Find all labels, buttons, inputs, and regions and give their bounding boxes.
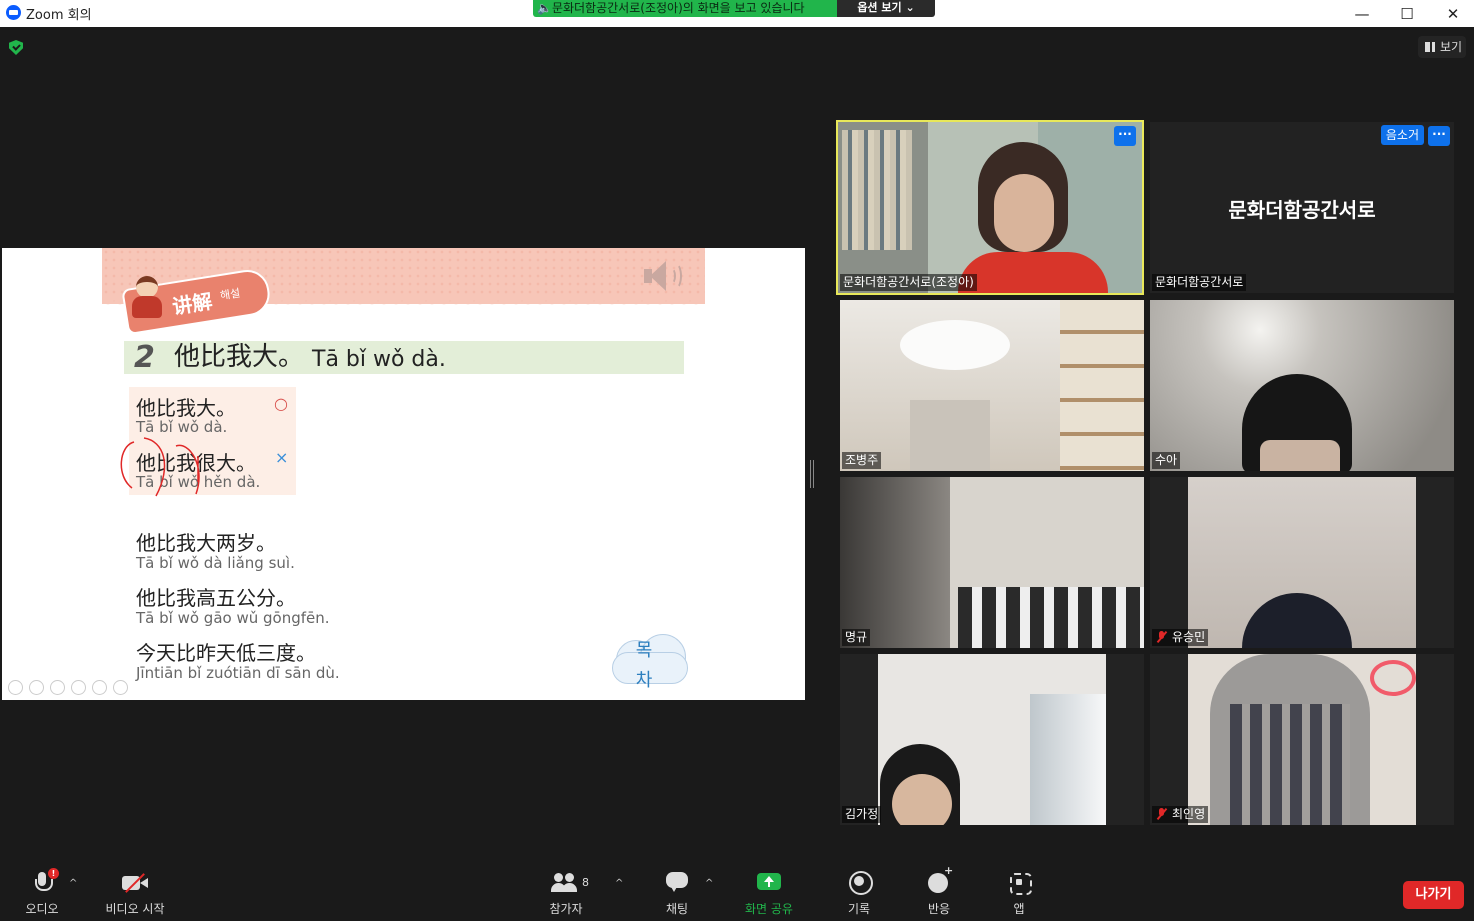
chat-options-caret[interactable]: ^ [705,878,713,889]
maximize-button[interactable]: ☐ [1384,0,1430,27]
more-options-button[interactable]: ··· [1428,126,1450,146]
chat-label: 채팅 [665,902,689,916]
zoom-icon[interactable] [92,680,107,695]
participant-name: 명규 [842,629,871,646]
next-slide-icon[interactable] [29,680,44,695]
example-hanzi: 他比我大。 [136,396,236,420]
chat-button[interactable]: 채팅 [660,870,694,917]
share-screen-button[interactable]: 화면 공유 [740,870,798,917]
video-tile[interactable]: 조병주 [840,300,1144,471]
sentence-hanzi: 他比我大。 [174,342,305,372]
video-tile[interactable]: ··· 문화더함공간서로(조정아) [836,120,1144,295]
participant-name-text: 유승민 [1172,630,1206,644]
participant-name: 김가정 [842,806,882,823]
video-tile[interactable]: 명규 [840,477,1144,648]
mic-muted-icon [1156,808,1167,820]
record-icon [848,870,873,895]
slide-nav-tools[interactable] [8,680,128,695]
tag-sublabel: 해설 [219,286,242,303]
participants-count: 8 [582,876,589,889]
leave-meeting-button[interactable]: 나가기 [1403,881,1464,909]
table-of-contents-button[interactable]: 목차 [610,632,690,700]
reactions-icon [927,864,953,894]
cartoon-character [127,276,167,320]
layout-splitter[interactable] [810,460,814,488]
participant-name: 문화더함공간서로(조정아) [840,274,977,291]
participant-name: 유승민 [1152,629,1209,646]
slides-icon[interactable] [71,680,86,695]
tag-label: 讲解 [170,289,214,319]
speaker-icon[interactable] [642,258,684,294]
microphone-icon: ! [30,868,59,894]
sentence-bar: 2 他比我大。 Tā bǐ wǒ dà. [124,341,684,374]
zoom-logo-icon [6,5,21,20]
more-options-button[interactable]: ··· [1114,126,1136,146]
participant-name: 조병주 [842,452,882,469]
participant-name: 최인영 [1152,806,1209,823]
prev-slide-icon[interactable] [8,680,23,695]
share-screen-icon [756,870,782,894]
video-tile[interactable]: 김가정 [840,654,1144,825]
audio-button[interactable]: ! 오디오 [22,868,62,917]
apps-label: 앱 [1013,902,1025,916]
participants-icon [551,870,581,894]
alert-badge: ! [48,868,59,879]
participant-big-name: 문화더함공간서로 [1228,198,1376,222]
toc-label: 목차 [635,640,653,691]
example-hanzi: 他比我高五公分。 [136,586,296,610]
participant-name: 수아 [1152,452,1181,469]
video-tile[interactable]: 유승민 [1150,477,1454,648]
window-title: Zoom 회의 [26,8,92,23]
sentence-number: 2 [134,340,155,375]
close-button[interactable]: ✕ [1430,0,1474,27]
minimize-button[interactable]: — [1339,0,1385,27]
meeting-toolbar: ! 오디오 ^ 비디오 시작 참가자 8 ^ 채팅 ^ 화면 공유 기록 반응 … [0,862,1474,921]
example-pinyin: Tā bǐ wǒ dà liǎng suì. [136,554,295,572]
chat-icon [664,870,690,894]
example-hanzi: 他比我大两岁。 [136,531,276,555]
record-button[interactable]: 기록 [843,870,875,917]
example-hanzi: 今天比昨天低三度。 [136,641,316,665]
reactions-label: 반응 [927,902,951,916]
example-pinyin: Tā bǐ wǒ dà. [136,418,228,436]
view-button-label: 보기 [1440,40,1463,54]
participant-name-text: 최인영 [1172,807,1206,821]
share-label: 화면 공유 [745,902,793,916]
example-pinyin: Tā bǐ wǒ gāo wǔ gōngfēn. [136,609,330,627]
apps-icon [1008,870,1032,895]
participants-options-caret[interactable]: ^ [615,878,623,889]
security-shield-icon[interactable] [9,40,23,55]
grid-view-icon [1425,42,1435,52]
start-video-button[interactable]: 비디오 시작 [100,870,170,917]
reactions-button[interactable]: 반응 [922,864,956,917]
audio-options-caret[interactable]: ^ [69,878,77,889]
pen-annotation [120,437,200,497]
view-button[interactable]: 보기 [1418,36,1466,58]
sharing-banner: 🔈문화더함공간서로(조정아)의 화면을 보고 있습니다 [533,0,837,17]
more-icon[interactable] [113,680,128,695]
sentence-pinyin: Tā bǐ wǒ dà. [312,347,446,372]
example-pinyin: Jīntiān bǐ zuótiān dī sān dù. [136,664,340,682]
mic-muted-icon [1156,631,1167,643]
correct-mark: ○ [274,394,288,413]
participant-name: 문화더함공간서로 [1152,274,1247,291]
video-camera-icon [120,870,150,894]
participants-label: 참가자 [549,902,583,916]
video-tile[interactable]: 최인영 [1150,654,1454,825]
pen-icon[interactable] [50,680,65,695]
video-tile[interactable]: 수아 [1150,300,1454,471]
record-label: 기록 [847,902,871,916]
video-tile[interactable]: 문화더함공간서로 음소거 ··· 문화더함공간서로 [1150,122,1454,293]
mute-participant-button[interactable]: 음소거 [1380,125,1424,145]
shared-screen[interactable]: 讲解 해설 2 他比我大。 Tā bǐ wǒ dà. 他比我大。 ○ Tā bǐ… [2,248,805,700]
wrong-mark: × [275,448,289,467]
video-label: 비디오 시작 [105,902,165,916]
apps-button[interactable]: 앱 [1004,870,1034,917]
audio-label: 오디오 [25,902,59,916]
view-options-button[interactable]: 옵션 보기 ⌄ [837,0,935,17]
